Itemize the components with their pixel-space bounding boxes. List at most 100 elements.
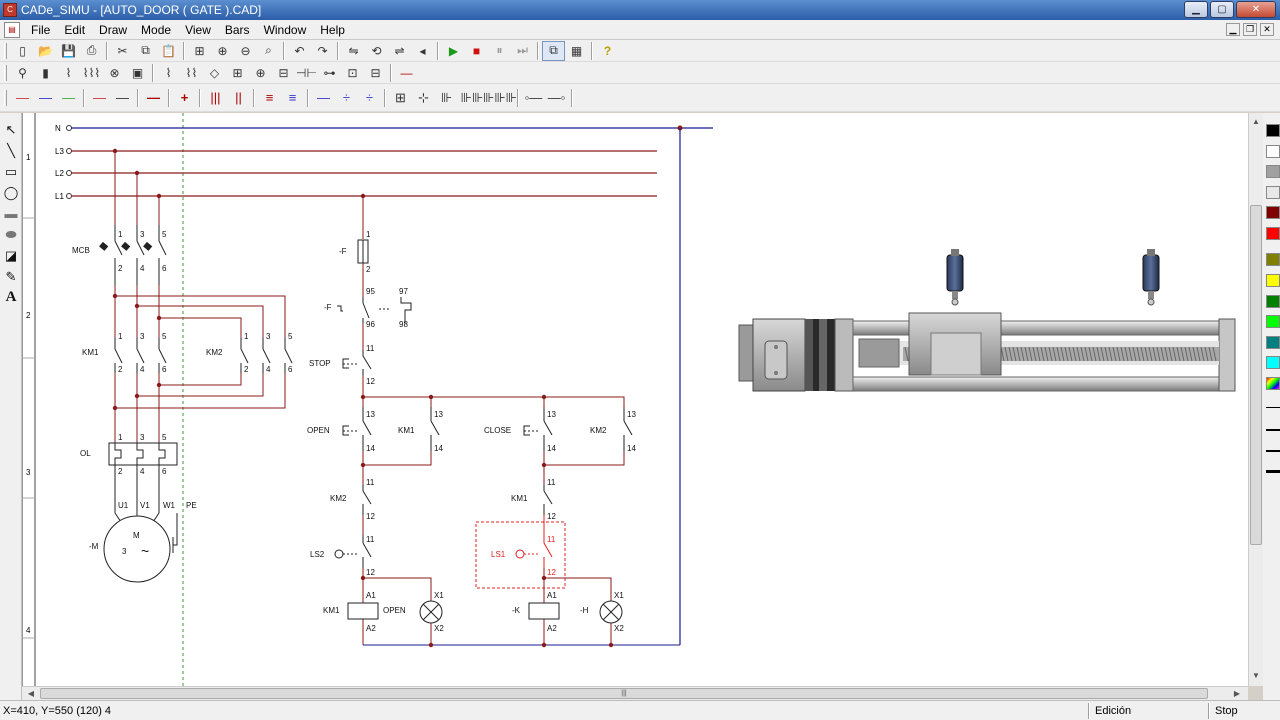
select-icon[interactable]: ↖ xyxy=(0,119,22,140)
drawing-canvas[interactable]: 1 2 3 4 N L3 L2 L1 MCB 1 3 5 2 4 6 KM1 K… xyxy=(22,113,1248,686)
color-maroon[interactable] xyxy=(1266,206,1280,219)
color-lime[interactable] xyxy=(1266,315,1280,328)
mirror-vertical-icon[interactable]: ⇌ xyxy=(388,41,411,61)
wire-red-icon[interactable]: — xyxy=(11,85,34,111)
step-icon[interactable]: ⏭ xyxy=(511,41,534,61)
help-icon[interactable]: ? xyxy=(596,41,619,61)
zoom-in-icon[interactable]: ⊕ xyxy=(211,41,234,61)
filled-rectangle-icon[interactable]: ▬ xyxy=(0,203,22,224)
horizontal-scroll-thumb[interactable]: ||| xyxy=(40,688,1208,699)
two-wire-icon[interactable]: || xyxy=(227,85,250,111)
relay-icon[interactable]: ▣ xyxy=(126,63,149,83)
new-file-icon[interactable]: ▯ xyxy=(11,41,34,61)
bus-icon[interactable]: ≡ xyxy=(258,85,281,111)
wire-red2-icon[interactable]: — xyxy=(88,85,111,111)
pause-icon[interactable]: ⏸ xyxy=(488,41,511,61)
terminal-4-icon[interactable]: ⊪⊪⊪ xyxy=(483,85,517,111)
menu-view[interactable]: View xyxy=(178,20,218,40)
color-light-gray[interactable] xyxy=(1266,186,1280,199)
pen-icon[interactable]: ✎ xyxy=(0,266,22,287)
cable-cross2-icon[interactable]: ÷ xyxy=(358,85,381,111)
lamp-icon[interactable]: ⊕ xyxy=(249,63,272,83)
scroll-left-icon[interactable]: ◀ xyxy=(24,687,38,701)
grid-icon[interactable]: ▦ xyxy=(565,41,588,61)
color-custom-icon[interactable] xyxy=(1266,377,1280,390)
horizontal-scrollbar[interactable]: ◀ ||| ▶ xyxy=(22,686,1248,700)
wire-green-icon[interactable]: — xyxy=(57,85,80,111)
line-width-1[interactable] xyxy=(1266,407,1280,408)
plc-output-icon[interactable]: ⊟ xyxy=(364,63,387,83)
doc-close-button[interactable]: ✕ xyxy=(1260,23,1274,36)
color-teal[interactable] xyxy=(1266,336,1280,349)
print-icon[interactable]: ⎙ xyxy=(80,41,103,61)
scroll-down-icon[interactable]: ▼ xyxy=(1249,669,1263,683)
line-icon[interactable]: ╲ xyxy=(0,140,22,161)
connector-right-icon[interactable]: —◦ xyxy=(545,85,568,111)
junction-icon[interactable]: + xyxy=(173,85,196,111)
line-width-3[interactable] xyxy=(1266,450,1280,452)
menu-mode[interactable]: Mode xyxy=(134,20,178,40)
schematic-svg[interactable]: 1 2 3 4 N L3 L2 L1 MCB 1 3 5 2 4 6 KM1 K… xyxy=(23,113,1249,686)
color-black[interactable] xyxy=(1266,124,1280,137)
menu-draw[interactable]: Draw xyxy=(92,20,134,40)
redo-icon[interactable]: ↷ xyxy=(311,41,334,61)
diamond-icon[interactable]: ◇ xyxy=(203,63,226,83)
vertical-scrollbar[interactable]: ▲ ▼ xyxy=(1248,113,1263,686)
contact-double-icon[interactable]: ⌇⌇ xyxy=(180,63,203,83)
wire-blue-icon[interactable]: — xyxy=(34,85,57,111)
contact-icon[interactable]: ⌇ xyxy=(157,63,180,83)
circle-icon[interactable]: ◯ xyxy=(0,182,22,203)
save-icon[interactable]: 💾 xyxy=(57,41,80,61)
fuse-icon[interactable]: ▮ xyxy=(34,63,57,83)
zoom-window-icon[interactable]: ⊞ xyxy=(188,41,211,61)
terminal-3-icon[interactable]: ⊪⊪ xyxy=(458,85,486,111)
wire-icon[interactable]: — xyxy=(395,63,418,83)
doc-minimize-button[interactable]: ▁ xyxy=(1226,23,1240,36)
plc-input-icon[interactable]: ⊡ xyxy=(341,63,364,83)
cable-icon[interactable]: — xyxy=(312,85,335,111)
menu-window[interactable]: Window xyxy=(257,20,314,40)
color-cyan[interactable] xyxy=(1266,356,1280,369)
line-width-2[interactable] xyxy=(1266,429,1280,431)
line-width-4[interactable] xyxy=(1266,470,1280,473)
menu-bars[interactable]: Bars xyxy=(218,20,257,40)
text-icon[interactable]: A xyxy=(0,287,22,308)
cut-icon[interactable]: ✂ xyxy=(111,41,134,61)
stop-icon[interactable]: ■ xyxy=(465,41,488,61)
color-white[interactable] xyxy=(1266,145,1280,158)
maximize-button[interactable]: ▢ xyxy=(1210,1,1234,18)
breaker-3p-icon[interactable]: ⌇⌇⌇ xyxy=(80,63,103,83)
wire-dark-icon[interactable]: — xyxy=(111,85,134,111)
window-icon[interactable]: ⧉ xyxy=(542,40,565,61)
zoom-out-icon[interactable]: ⊖ xyxy=(234,41,257,61)
mirror-horizontal-icon[interactable]: ⇋ xyxy=(342,41,365,61)
open-file-icon[interactable]: 📂 xyxy=(34,41,57,61)
filled-ellipse-icon[interactable]: ⬬ xyxy=(0,224,22,245)
undo-icon[interactable]: ↶ xyxy=(288,41,311,61)
timer-icon[interactable]: ⊶ xyxy=(318,63,341,83)
close-button[interactable]: ✕ xyxy=(1236,1,1276,18)
motor-icon[interactable]: ⊗ xyxy=(103,63,126,83)
terminal-2-icon[interactable]: ⊪ xyxy=(435,85,458,111)
rectangle-icon[interactable]: ▭ xyxy=(0,161,22,182)
play-icon[interactable]: ▶ xyxy=(442,41,465,61)
rotate-icon[interactable]: ⟲ xyxy=(365,41,388,61)
color-olive[interactable] xyxy=(1266,253,1280,266)
bus-alt-icon[interactable]: ≡ xyxy=(281,85,304,111)
coil-icon[interactable]: ⊞ xyxy=(226,63,249,83)
toolbar-grip[interactable] xyxy=(4,42,7,59)
menu-help[interactable]: Help xyxy=(313,20,352,40)
doc-restore-button[interactable]: ❐ xyxy=(1243,23,1257,36)
three-wire-icon[interactable]: ||| xyxy=(204,85,227,111)
back-icon[interactable]: ◂ xyxy=(411,41,434,61)
fill-icon[interactable]: ◪ xyxy=(0,245,22,266)
zoom-all-icon[interactable]: ⌕ xyxy=(257,41,280,61)
menu-file[interactable]: File xyxy=(24,20,57,40)
color-green[interactable] xyxy=(1266,295,1280,308)
wire-bold-icon[interactable]: — xyxy=(142,85,165,111)
cable-cross-icon[interactable]: ÷ xyxy=(335,85,358,111)
linear-actuator[interactable] xyxy=(738,249,1236,392)
connector-icon[interactable]: ⊣⊢ xyxy=(295,63,318,83)
copy-icon[interactable]: ⧉ xyxy=(134,41,157,61)
color-red[interactable] xyxy=(1266,227,1280,240)
